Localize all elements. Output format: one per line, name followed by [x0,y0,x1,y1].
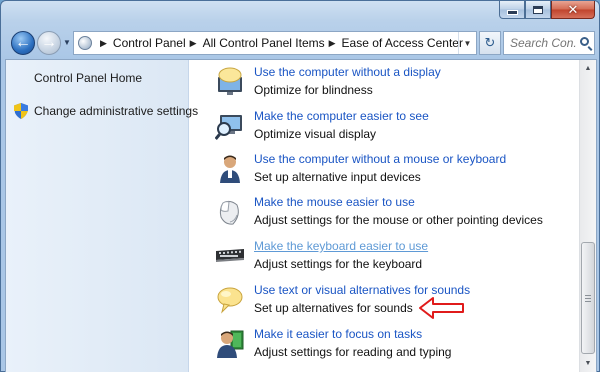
list-item: Use text or visual alternatives for soun… [215,283,575,323]
minimize-icon [507,11,517,14]
user-book-icon [217,330,244,358]
address-dropdown-icon[interactable]: ▼ [458,32,476,54]
refresh-icon: ↻ [484,35,496,50]
search-input[interactable] [510,36,576,50]
speech-bubble-icon [217,287,243,314]
breadcrumb-control-panel[interactable]: Control Panel [113,36,186,50]
caption-buttons: ✕ [499,1,595,19]
breadcrumb-separator-icon[interactable]: ▶ [329,38,336,49]
control-panel-window: ✕ ← → ▼ ▶ Control Panel ▶ All Control Pa… [0,0,600,372]
task-link[interactable]: Make the keyboard easier to use [254,239,428,253]
mouse-icon [219,200,239,225]
breadcrumb-separator-icon[interactable]: ▶ [100,38,107,49]
task-description: Set up alternative input devices [254,170,421,184]
list-item: Use the computer without a display Optim… [215,65,575,105]
scroll-thumb[interactable] [581,242,595,354]
uac-shield-icon [14,103,28,119]
task-description: Adjust settings for reading and typing [254,345,452,359]
control-panel-home-link[interactable]: Control Panel Home [34,71,142,85]
close-icon: ✕ [567,1,579,17]
task-pane: Control Panel Home Change administrative… [6,60,198,372]
magnifier-monitor-icon [215,115,242,140]
recent-pages-dropdown-icon[interactable]: ▼ [63,38,71,47]
task-description: Optimize visual display [254,127,377,141]
keyboard-icon [216,249,244,262]
grip-icon [585,301,591,302]
address-bar[interactable]: ▶ Control Panel ▶ All Control Panel Item… [73,31,477,55]
back-button[interactable]: ← [11,31,35,55]
breadcrumb-all-items[interactable]: All Control Panel Items [203,36,325,50]
search-icon[interactable] [580,37,589,46]
grip-icon [585,295,591,296]
task-link[interactable]: Make it easier to focus on tasks [254,327,422,341]
user-input-icon [220,155,240,183]
list-item: Use the computer without a mouse or keyb… [215,152,575,192]
task-link[interactable]: Make the computer easier to see [254,109,429,123]
minimize-button[interactable] [499,1,525,19]
refresh-button[interactable]: ↻ [479,31,501,55]
list-item: Make the mouse easier to use Adjust sett… [215,195,575,235]
forward-arrow-icon: → [41,34,57,51]
content-area: Control Panel Home Change administrative… [5,59,597,372]
task-list: Use the computer without a display Optim… [190,60,578,372]
red-arrow-icon [419,297,464,319]
scroll-down-button[interactable]: ▼ [580,355,596,372]
vertical-scrollbar[interactable]: ▲ ▼ [579,60,596,372]
list-item: Make the keyboard easier to use Adjust s… [215,239,575,279]
close-button[interactable]: ✕ [551,1,595,19]
task-description: Adjust settings for the keyboard [254,257,423,271]
navigation-bar: ← → ▼ ▶ Control Panel ▶ All Control Pane… [5,29,597,57]
task-link[interactable]: Use the computer without a display [254,65,441,79]
grip-icon [585,298,591,299]
change-admin-settings-link[interactable]: Change administrative settings [34,104,198,118]
task-description: Set up alternatives for sounds [254,301,413,315]
task-description: Optimize for blindness [254,83,373,97]
search-box[interactable] [503,31,595,55]
task-link[interactable]: Make the mouse easier to use [254,195,415,209]
list-item: Make the computer easier to see Optimize… [215,109,575,149]
maximize-button[interactable] [525,1,551,19]
maximize-icon [533,5,543,14]
breadcrumb-separator-icon[interactable]: ▶ [190,38,197,49]
task-description: Adjust settings for the mouse or other p… [254,213,543,227]
list-item: Make it easier to focus on tasks Adjust … [215,327,575,367]
control-panel-icon [78,36,92,50]
breadcrumb-ease-of-access[interactable]: Ease of Access Center [342,36,463,50]
speech-bubble-monitor-icon [218,67,242,95]
back-arrow-icon: ← [15,34,31,51]
forward-button[interactable]: → [37,31,61,55]
scroll-up-button[interactable]: ▲ [580,60,596,77]
task-link[interactable]: Use the computer without a mouse or keyb… [254,152,506,166]
